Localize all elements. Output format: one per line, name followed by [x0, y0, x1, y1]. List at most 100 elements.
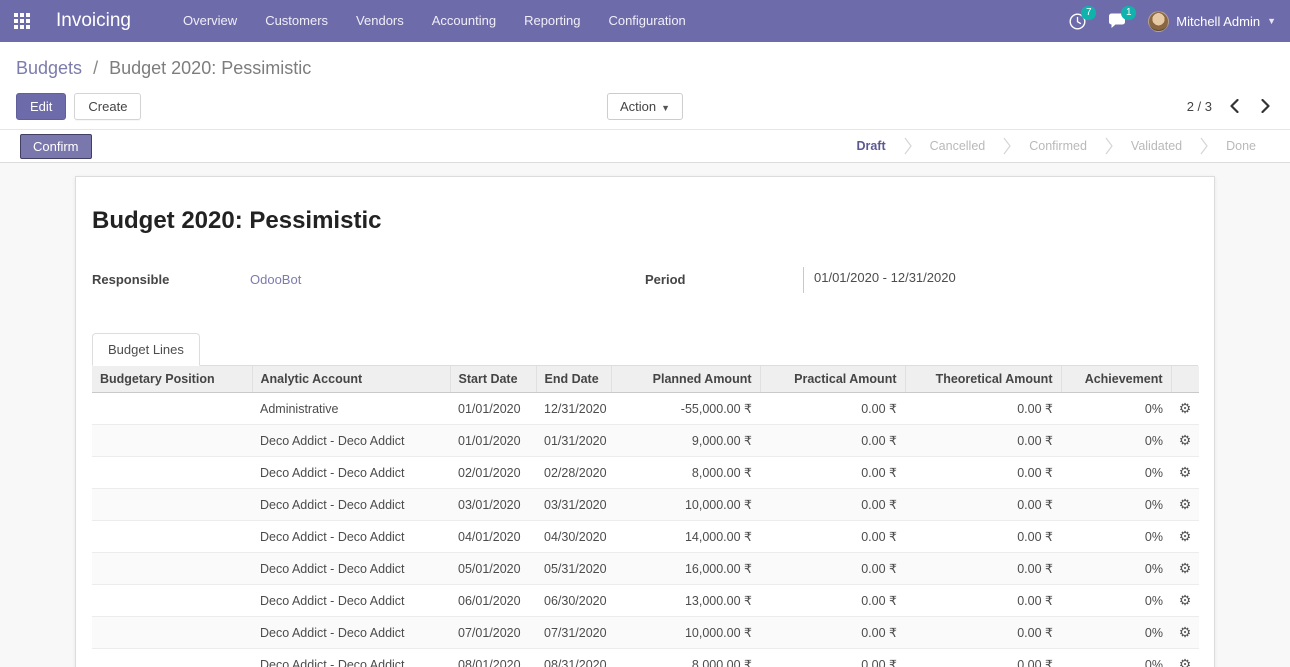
cell-end[interactable]: 08/31/2020	[536, 649, 611, 667]
cell-planned[interactable]: 13,000.00 ₹	[611, 585, 760, 617]
header-theoretical-amount[interactable]: Theoretical Amount	[905, 366, 1061, 393]
cell-account[interactable]: Deco Addict - Deco Addict	[252, 585, 450, 617]
cell-account[interactable]: Deco Addict - Deco Addict	[252, 649, 450, 667]
cell-position[interactable]	[92, 649, 252, 667]
cell-end[interactable]: 01/31/2020	[536, 425, 611, 457]
table-row[interactable]: Deco Addict - Deco Addict05/01/202005/31…	[92, 553, 1199, 585]
header-start-date[interactable]: Start Date	[450, 366, 536, 393]
row-actions-cell[interactable]: ⚙	[1171, 489, 1199, 521]
cell-theoretical[interactable]: 0.00 ₹	[905, 617, 1061, 649]
gear-icon[interactable]: ⚙	[1179, 560, 1192, 576]
cell-position[interactable]	[92, 521, 252, 553]
cell-planned[interactable]: 8,000.00 ₹	[611, 649, 760, 667]
cell-practical[interactable]: 0.00 ₹	[760, 425, 905, 457]
cell-theoretical[interactable]: 0.00 ₹	[905, 457, 1061, 489]
cell-theoretical[interactable]: 0.00 ₹	[905, 649, 1061, 667]
gear-icon[interactable]: ⚙	[1179, 464, 1192, 480]
table-row[interactable]: Deco Addict - Deco Addict01/01/202001/31…	[92, 425, 1199, 457]
cell-start[interactable]: 02/01/2020	[450, 457, 536, 489]
pager-previous-button[interactable]	[1226, 95, 1243, 117]
table-row[interactable]: Deco Addict - Deco Addict08/01/202008/31…	[92, 649, 1199, 667]
cell-theoretical[interactable]: 0.00 ₹	[905, 585, 1061, 617]
row-actions-cell[interactable]: ⚙	[1171, 425, 1199, 457]
cell-account[interactable]: Deco Addict - Deco Addict	[252, 489, 450, 521]
row-actions-cell[interactable]: ⚙	[1171, 457, 1199, 489]
menu-item-configuration[interactable]: Configuration	[594, 0, 699, 42]
cell-end[interactable]: 03/31/2020	[536, 489, 611, 521]
cell-practical[interactable]: 0.00 ₹	[760, 521, 905, 553]
row-actions-cell[interactable]: ⚙	[1171, 649, 1199, 667]
activity-menu-button[interactable]: 7	[1069, 13, 1086, 30]
header-budgetary-position[interactable]: Budgetary Position	[92, 366, 252, 393]
gear-icon[interactable]: ⚙	[1179, 624, 1192, 640]
gear-icon[interactable]: ⚙	[1179, 656, 1192, 667]
table-row[interactable]: Deco Addict - Deco Addict03/01/202003/31…	[92, 489, 1199, 521]
cell-practical[interactable]: 0.00 ₹	[760, 617, 905, 649]
cell-account[interactable]: Administrative	[252, 393, 450, 425]
messages-menu-button[interactable]: 1	[1108, 13, 1126, 29]
cell-achievement[interactable]: 0%	[1061, 649, 1171, 667]
status-validated[interactable]: Validated	[1113, 130, 1200, 163]
status-draft[interactable]: Draft	[838, 130, 903, 163]
cell-planned[interactable]: 14,000.00 ₹	[611, 521, 760, 553]
cell-practical[interactable]: 0.00 ₹	[760, 649, 905, 667]
cell-planned[interactable]: 10,000.00 ₹	[611, 489, 760, 521]
cell-position[interactable]	[92, 489, 252, 521]
cell-theoretical[interactable]: 0.00 ₹	[905, 393, 1061, 425]
cell-planned[interactable]: 8,000.00 ₹	[611, 457, 760, 489]
cell-account[interactable]: Deco Addict - Deco Addict	[252, 553, 450, 585]
cell-practical[interactable]: 0.00 ₹	[760, 585, 905, 617]
table-row[interactable]: Deco Addict - Deco Addict04/01/202004/30…	[92, 521, 1199, 553]
cell-achievement[interactable]: 0%	[1061, 617, 1171, 649]
cell-planned[interactable]: 10,000.00 ₹	[611, 617, 760, 649]
cell-end[interactable]: 06/30/2020	[536, 585, 611, 617]
cell-end[interactable]: 05/31/2020	[536, 553, 611, 585]
table-row[interactable]: Administrative01/01/202012/31/2020-55,00…	[92, 393, 1199, 425]
cell-end[interactable]: 12/31/2020	[536, 393, 611, 425]
status-done[interactable]: Done	[1208, 130, 1274, 163]
cell-practical[interactable]: 0.00 ₹	[760, 553, 905, 585]
row-actions-cell[interactable]: ⚙	[1171, 393, 1199, 425]
cell-theoretical[interactable]: 0.00 ₹	[905, 521, 1061, 553]
user-menu-button[interactable]: Mitchell Admin ▼	[1148, 11, 1276, 32]
cell-practical[interactable]: 0.00 ₹	[760, 489, 905, 521]
cell-end[interactable]: 07/31/2020	[536, 617, 611, 649]
status-confirmed[interactable]: Confirmed	[1011, 130, 1105, 163]
cell-position[interactable]	[92, 393, 252, 425]
cell-position[interactable]	[92, 553, 252, 585]
cell-practical[interactable]: 0.00 ₹	[760, 457, 905, 489]
cell-achievement[interactable]: 0%	[1061, 425, 1171, 457]
table-row[interactable]: Deco Addict - Deco Addict02/01/202002/28…	[92, 457, 1199, 489]
gear-icon[interactable]: ⚙	[1179, 496, 1192, 512]
cell-position[interactable]	[92, 585, 252, 617]
cell-planned[interactable]: -55,000.00 ₹	[611, 393, 760, 425]
cell-end[interactable]: 04/30/2020	[536, 521, 611, 553]
cell-account[interactable]: Deco Addict - Deco Addict	[252, 457, 450, 489]
cell-practical[interactable]: 0.00 ₹	[760, 393, 905, 425]
create-button[interactable]: Create	[74, 93, 141, 120]
cell-achievement[interactable]: 0%	[1061, 393, 1171, 425]
table-row[interactable]: Deco Addict - Deco Addict07/01/202007/31…	[92, 617, 1199, 649]
header-practical-amount[interactable]: Practical Amount	[760, 366, 905, 393]
header-end-date[interactable]: End Date	[536, 366, 611, 393]
cell-position[interactable]	[92, 617, 252, 649]
breadcrumb-parent-link[interactable]: Budgets	[16, 58, 82, 78]
cell-achievement[interactable]: 0%	[1061, 489, 1171, 521]
edit-button[interactable]: Edit	[16, 93, 66, 120]
cell-end[interactable]: 02/28/2020	[536, 457, 611, 489]
cell-position[interactable]	[92, 425, 252, 457]
cell-start[interactable]: 01/01/2020	[450, 393, 536, 425]
tab-budget-lines[interactable]: Budget Lines	[92, 333, 200, 366]
cell-start[interactable]: 04/01/2020	[450, 521, 536, 553]
action-dropdown-button[interactable]: Action▼	[607, 93, 683, 120]
cell-start[interactable]: 05/01/2020	[450, 553, 536, 585]
app-title[interactable]: Invoicing	[56, 10, 131, 32]
menu-item-reporting[interactable]: Reporting	[510, 0, 594, 42]
header-achievement[interactable]: Achievement	[1061, 366, 1171, 393]
cell-start[interactable]: 08/01/2020	[450, 649, 536, 667]
cell-start[interactable]: 07/01/2020	[450, 617, 536, 649]
menu-item-customers[interactable]: Customers	[251, 0, 342, 42]
cell-start[interactable]: 01/01/2020	[450, 425, 536, 457]
cell-theoretical[interactable]: 0.00 ₹	[905, 489, 1061, 521]
status-cancelled[interactable]: Cancelled	[912, 130, 1004, 163]
